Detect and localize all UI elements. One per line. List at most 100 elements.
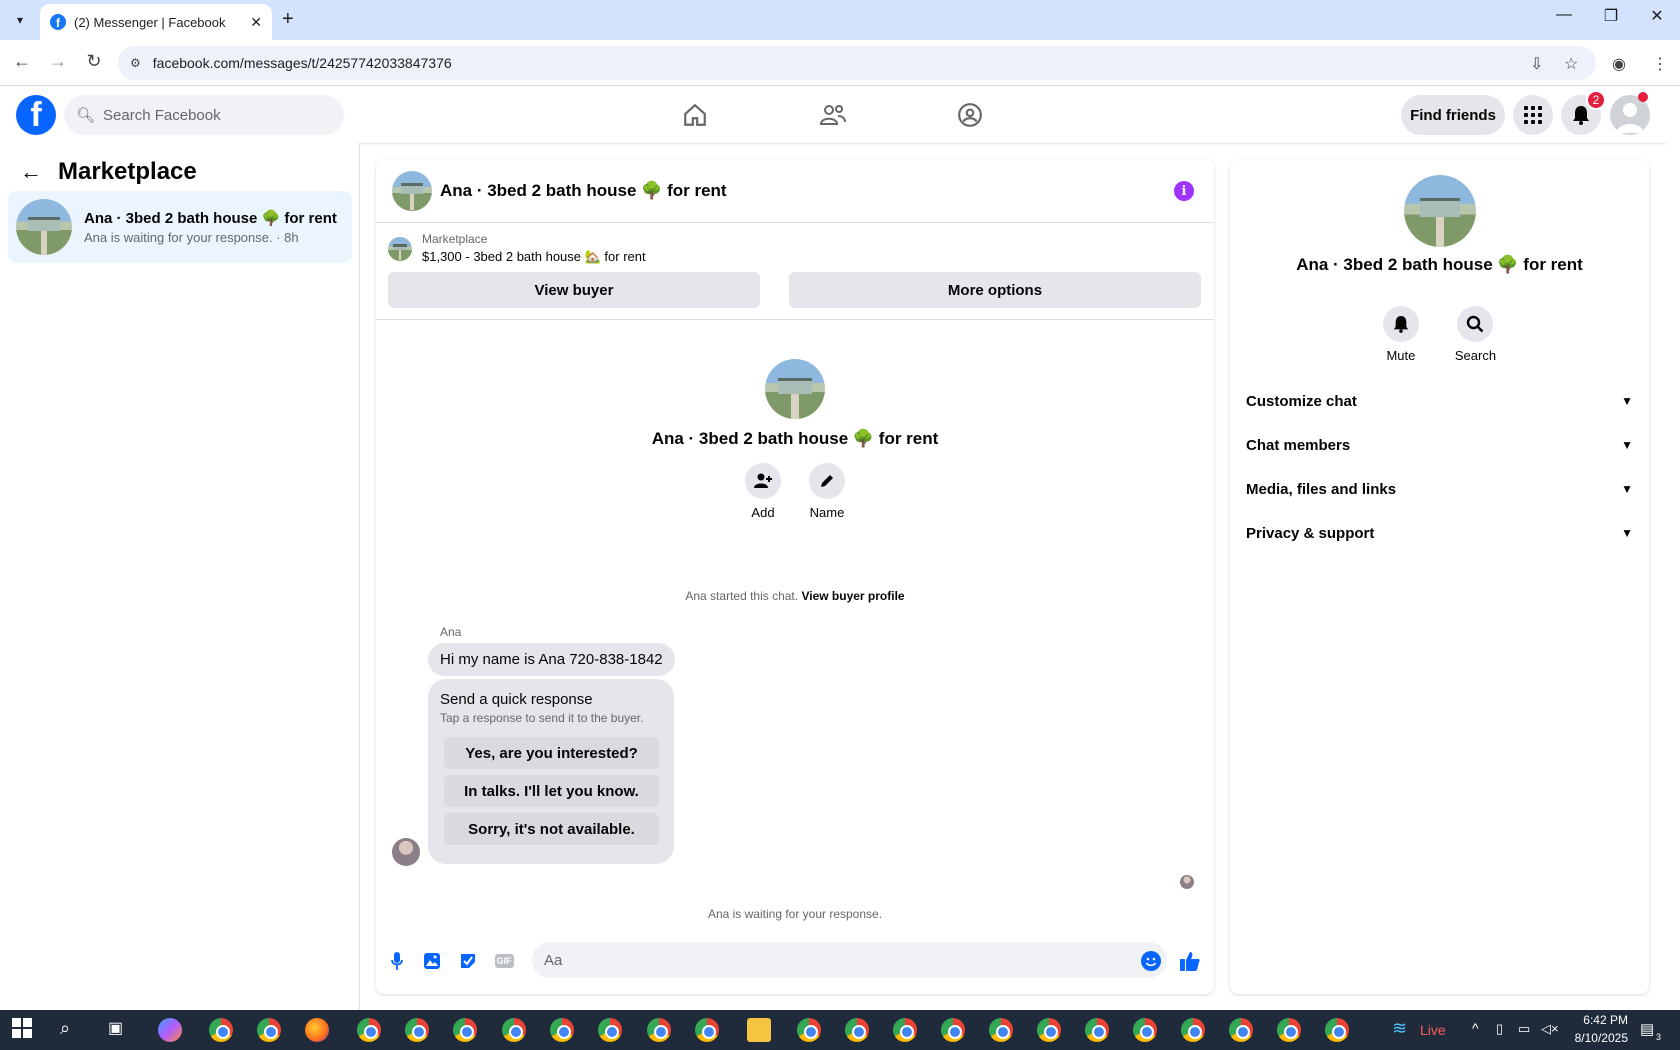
file-explorer-icon[interactable] [747,1018,771,1042]
address-bar[interactable]: ⚙ facebook.com/messages/t/24257742033847… [118,46,1596,80]
facebook-header: f 🔍︎ Search Facebook Find friends 2 [0,87,1680,143]
chrome-taskbar-icon[interactable] [405,1018,429,1042]
chrome-taskbar-icon[interactable] [893,1018,917,1042]
chat-members-section[interactable]: Chat members ▼ [1246,425,1633,465]
tray-overflow-icon[interactable]: ^ [1472,1020,1479,1036]
firefox-taskbar-icon[interactable] [305,1018,329,1042]
chrome-taskbar-icon[interactable] [1085,1018,1109,1042]
notification-center-icon[interactable]: ▤ [1640,1020,1654,1038]
chrome-taskbar-icon[interactable] [453,1018,477,1042]
edit-name-button[interactable]: Name [809,463,845,520]
reload-icon[interactable]: ↻ [82,51,106,72]
quick-response-talks-button[interactable]: In talks. I'll let you know. [444,775,659,807]
chrome-taskbar-icon[interactable] [647,1018,671,1042]
taskbar-search-icon[interactable]: ⌕ [60,1018,84,1042]
browser-menu-icon[interactable]: ⋮ [1652,54,1668,74]
add-label: Add [751,505,775,520]
media-files-links-section[interactable]: Media, files and links ▼ [1246,469,1633,509]
search-facebook-input[interactable]: 🔍︎ Search Facebook [64,95,344,135]
profile-icon[interactable]: ◉ [1612,54,1626,74]
message-bubble[interactable]: Hi my name is Ana 720-838-1842 [428,643,675,676]
back-arrow-icon[interactable]: ← [20,159,42,185]
chrome-taskbar-icon[interactable] [1037,1018,1061,1042]
site-info-icon[interactable]: ⚙ [130,56,141,70]
more-options-button[interactable]: More options [789,272,1201,308]
chrome-taskbar-icon[interactable] [941,1018,965,1042]
quick-response-sorry-button[interactable]: Sorry, it's not available. [444,813,659,845]
mute-button[interactable]: Mute [1382,306,1419,363]
chat-list-panel: ← Marketplace Ana · 3bed 2 bath house 🌳 … [0,143,360,1010]
tab-close-icon[interactable]: ✕ [250,14,262,31]
view-buyer-profile-link[interactable]: View buyer profile [801,589,904,603]
conversation-item[interactable]: Ana · 3bed 2 bath house 🌳 for rent Ana i… [8,191,352,263]
new-tab-icon[interactable]: + [282,8,294,31]
quick-response-yes-button[interactable]: Yes, are you interested? [444,737,659,769]
chrome-taskbar-icon[interactable] [502,1018,526,1042]
windows-taskbar: ⌕ ▣ ≋ Live ^ ▯ ▭ ◁× 6:42 PM 8/10/2025 ▤ … [0,1010,1680,1050]
message-input[interactable]: Aa [532,942,1167,978]
network-icon[interactable]: ▭ [1518,1021,1530,1037]
add-people-button[interactable]: Add [745,463,781,520]
chat-header: Ana · 3bed 2 bath house 🌳 for rent i [376,159,1214,223]
chrome-taskbar-icon[interactable] [598,1018,622,1042]
name-label: Name [809,505,845,520]
photo-attach-icon[interactable] [421,950,443,972]
customize-chat-section[interactable]: Customize chat ▼ [1246,381,1633,421]
back-icon[interactable]: ← [10,51,34,72]
search-conversation-button[interactable]: Search [1455,306,1496,363]
windows-start-icon[interactable] [12,1018,36,1042]
chrome-taskbar-icon[interactable] [1181,1018,1205,1042]
chrome-taskbar-icon[interactable] [209,1018,233,1042]
microphone-icon[interactable] [386,950,408,972]
chrome-taskbar-icon[interactable] [1325,1018,1349,1042]
bookmark-star-icon[interactable]: ☆ [1564,54,1578,74]
browser-tab-messenger[interactable]: f (2) Messenger | Facebook ✕ [40,4,272,40]
chrome-taskbar-icon[interactable] [695,1018,719,1042]
task-view-icon[interactable]: ▣ [108,1018,132,1042]
groups-icon[interactable] [950,95,990,135]
find-friends-button[interactable]: Find friends [1401,95,1505,135]
facebook-logo-icon[interactable]: f [16,95,56,135]
chrome-taskbar-icon[interactable] [257,1018,281,1042]
view-buyer-button[interactable]: View buyer [388,272,760,308]
sticker-icon[interactable] [457,950,479,972]
privacy-support-section[interactable]: Privacy & support ▼ [1246,513,1633,553]
clock-time[interactable]: 6:42 PM [1568,1013,1628,1027]
conversation-info-icon[interactable]: i [1174,181,1194,201]
listing-title[interactable]: $1,300 - 3bed 2 bath house 🏡 for rent [422,249,646,265]
copilot-icon[interactable] [158,1018,182,1042]
minimize-icon[interactable]: — [1549,6,1579,24]
live-label[interactable]: Live [1420,1022,1446,1038]
chat-header-avatar[interactable] [392,170,432,211]
install-app-icon[interactable]: ⇩ [1530,54,1543,74]
chrome-taskbar-icon[interactable] [1277,1018,1301,1042]
emoji-icon[interactable] [1140,950,1162,972]
restore-icon[interactable]: ❐ [1596,6,1626,26]
browser-tabstrip: ▾ f (2) Messenger | Facebook ✕ + — ❐ ✕ [0,0,1680,40]
chat-header-title[interactable]: Ana · 3bed 2 bath house 🌳 for rent [440,181,727,201]
volume-muted-icon[interactable]: ◁× [1541,1021,1559,1037]
friends-icon[interactable] [813,95,853,135]
clock-date[interactable]: 8/10/2025 [1568,1031,1628,1045]
chrome-taskbar-icon[interactable] [797,1018,821,1042]
section-label: Privacy & support [1246,524,1375,542]
chrome-taskbar-icon[interactable] [357,1018,381,1042]
page-scrollbar[interactable] [1666,87,1680,1010]
home-icon[interactable] [675,95,715,135]
chrome-taskbar-icon[interactable] [845,1018,869,1042]
sender-avatar[interactable] [392,838,420,866]
tray-device-icon[interactable]: ▯ [1496,1021,1503,1037]
chrome-taskbar-icon[interactable] [989,1018,1013,1042]
chrome-taskbar-icon[interactable] [1229,1018,1253,1042]
forward-icon[interactable]: → [46,51,70,72]
chrome-taskbar-icon[interactable] [1133,1018,1157,1042]
gif-icon[interactable]: GIF [493,950,515,972]
weather-icon[interactable]: ≋ [1392,1018,1416,1042]
section-label: Media, files and links [1246,480,1397,498]
chrome-taskbar-icon[interactable] [550,1018,574,1042]
tab-search-icon[interactable]: ▾ [8,8,32,32]
close-window-icon[interactable]: ✕ [1642,6,1672,26]
chat-started-text: Ana started this chat. [685,589,799,603]
menu-grid-icon[interactable] [1513,95,1553,135]
thumbs-up-icon[interactable] [1179,950,1201,972]
